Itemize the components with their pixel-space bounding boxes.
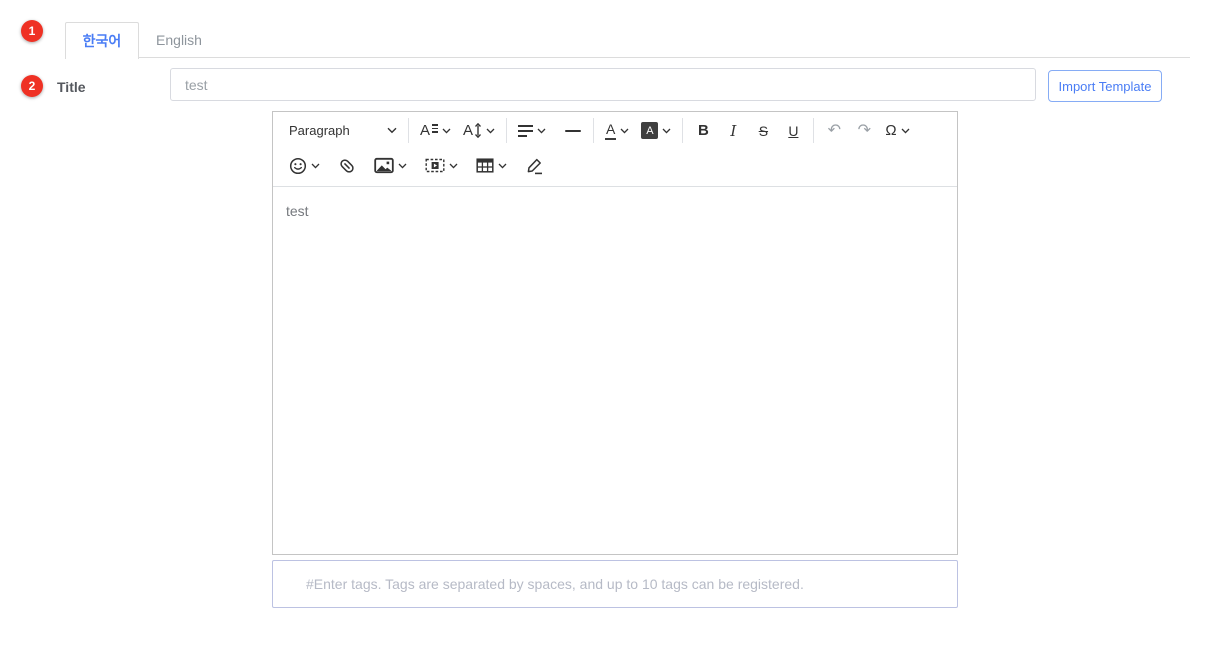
- toolbar-row-2: [286, 149, 944, 182]
- font-color-button[interactable]: A: [602, 117, 632, 144]
- special-characters-button[interactable]: Ω: [882, 117, 912, 144]
- image-button[interactable]: [371, 152, 410, 179]
- italic-button[interactable]: I: [721, 117, 745, 144]
- link-button[interactable]: [335, 152, 359, 179]
- import-template-button[interactable]: Import Template: [1048, 70, 1162, 102]
- emoji-smiley-icon: [289, 157, 307, 175]
- font-color-icon: A: [605, 122, 616, 140]
- tab-underline: [65, 57, 1190, 58]
- horizontal-line-button[interactable]: [561, 117, 585, 144]
- chevron-down-icon: [901, 128, 910, 134]
- omega-icon: Ω: [885, 122, 896, 139]
- chevron-down-icon: [537, 128, 546, 134]
- editor-paragraph: test: [286, 202, 944, 222]
- emoji-button[interactable]: [286, 152, 323, 179]
- link-icon: [338, 157, 356, 175]
- font-size-icon: A: [463, 123, 482, 138]
- language-content-form: 1 2 한국어 English Title Import Template Pa…: [0, 0, 1206, 645]
- toolbar-separator: [506, 118, 507, 143]
- editor-content[interactable]: test: [273, 187, 957, 554]
- chevron-down-icon: [398, 163, 407, 169]
- font-background-color-icon: A: [641, 122, 658, 139]
- bold-button[interactable]: B: [691, 117, 715, 144]
- highlight-button[interactable]: [522, 152, 547, 179]
- tab-korean-label: 한국어: [83, 31, 122, 51]
- chevron-down-icon: [498, 163, 507, 169]
- table-icon: [476, 157, 494, 174]
- undo-button[interactable]: ↶: [822, 117, 846, 144]
- title-input[interactable]: [170, 68, 1036, 101]
- toolbar-separator: [682, 118, 683, 143]
- chevron-down-icon: [486, 128, 495, 134]
- paragraph-style-label: Paragraph: [289, 123, 350, 138]
- editor-toolbar: Paragraph A A: [273, 112, 957, 187]
- align-left-icon: [518, 125, 533, 137]
- chevron-down-icon: [387, 127, 397, 134]
- chevron-down-icon: [662, 128, 671, 134]
- step-1-badge: 1: [21, 20, 43, 42]
- toolbar-separator: [593, 118, 594, 143]
- title-label: Title: [57, 79, 86, 95]
- image-icon: [374, 157, 394, 174]
- table-button[interactable]: [473, 152, 510, 179]
- highlight-pen-icon: [525, 157, 544, 175]
- redo-button[interactable]: ↷: [852, 117, 876, 144]
- paragraph-style-dropdown[interactable]: Paragraph: [286, 117, 400, 144]
- media-button[interactable]: [422, 152, 461, 179]
- underline-button[interactable]: U: [781, 117, 805, 144]
- rich-text-editor: Paragraph A A: [272, 111, 958, 555]
- media-video-icon: [425, 157, 445, 174]
- font-background-color-button[interactable]: A: [638, 117, 674, 144]
- tab-english-label: English: [156, 32, 202, 48]
- text-alignment-button[interactable]: [515, 117, 549, 144]
- toolbar-row-1: Paragraph A A: [286, 112, 944, 149]
- tags-input[interactable]: [272, 560, 958, 608]
- font-family-button[interactable]: A: [417, 117, 454, 144]
- step-2-badge: 2: [21, 75, 43, 97]
- strikethrough-button[interactable]: S: [751, 117, 775, 144]
- tab-english[interactable]: English: [139, 22, 219, 57]
- tab-korean[interactable]: 한국어: [65, 22, 139, 59]
- chevron-down-icon: [311, 163, 320, 169]
- font-size-button[interactable]: A: [460, 117, 498, 144]
- chevron-down-icon: [620, 128, 629, 134]
- toolbar-separator: [813, 118, 814, 143]
- horizontal-line-icon: [565, 130, 581, 132]
- toolbar-separator: [408, 118, 409, 143]
- font-family-icon: A: [420, 123, 438, 138]
- chevron-down-icon: [449, 163, 458, 169]
- chevron-down-icon: [442, 128, 451, 134]
